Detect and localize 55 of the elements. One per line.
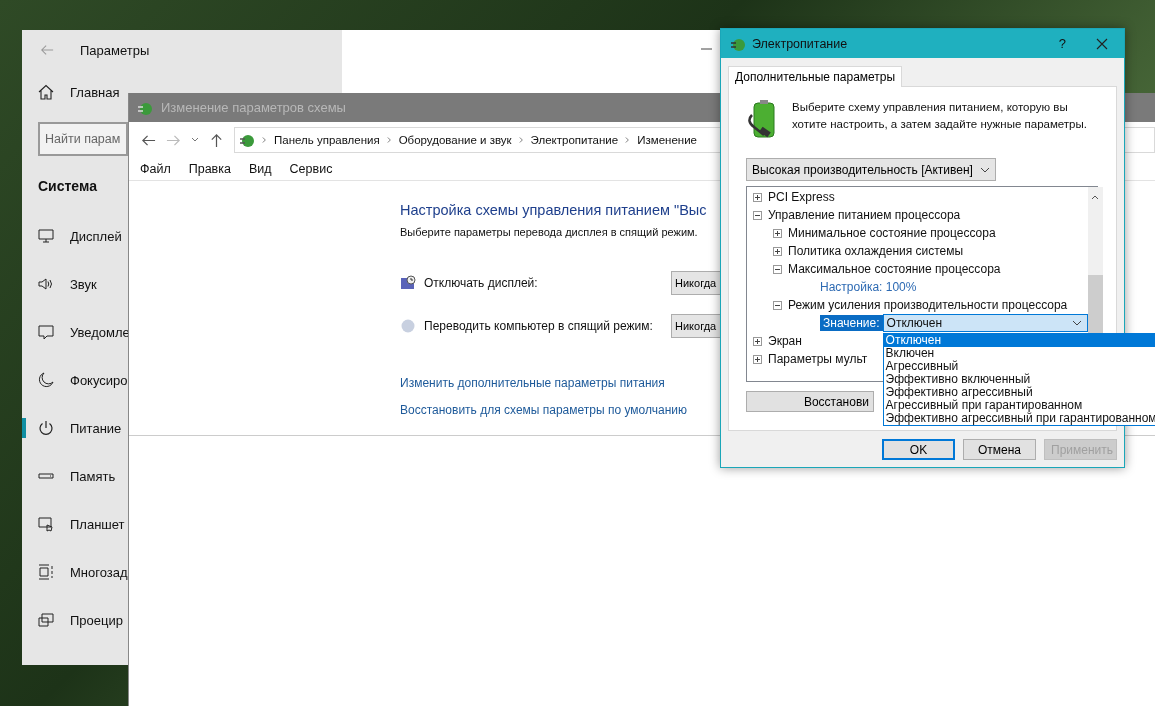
restore-button[interactable]: Восстанови <box>746 391 874 412</box>
window-title: Электропитание <box>752 36 849 51</box>
sidebar-item[interactable]: Дисплей <box>70 228 122 244</box>
breadcrumb[interactable]: Электропитание <box>530 134 619 146</box>
dropdown-option[interactable]: Эффективно включенный <box>883 373 1155 386</box>
dialog-button[interactable]: Отмена <box>963 439 1036 460</box>
tree-item[interactable]: Параметры мульт <box>768 352 868 366</box>
dropdown-option[interactable]: Агрессивный <box>883 360 1155 373</box>
dropdown-option[interactable]: Эффективно агрессивный <box>883 386 1155 399</box>
advanced-settings-link[interactable]: Изменить дополнительные параметры питания <box>400 376 665 390</box>
tree-item[interactable]: Управление питанием процессора <box>768 208 961 222</box>
dialog-button[interactable]: OK <box>882 439 955 460</box>
breadcrumb[interactable]: Изменение <box>637 134 697 146</box>
dropdown-option[interactable]: Включен <box>883 347 1155 360</box>
restore-defaults-link[interactable]: Восстановить для схемы параметры по умолчанию <box>400 403 687 417</box>
breadcrumb[interactable]: Оборудование и звук <box>398 134 512 146</box>
window-title: Параметры <box>80 42 150 58</box>
setting-label: Отключать дисплей: <box>424 276 539 290</box>
search-field[interactable]: Найти парам <box>38 122 128 156</box>
time-dropdown[interactable]: Никогда <box>671 271 720 295</box>
value-dropdown[interactable]: Отключен <box>882 314 1088 332</box>
sidebar-item[interactable]: Фокусиро <box>70 372 128 388</box>
tab[interactable]: Дополнительные параметры <box>728 66 903 87</box>
breadcrumb[interactable]: Панель управления <box>274 134 380 146</box>
dropdown-option[interactable]: Эффективно агрессивный при гарантированном <box>883 412 1155 425</box>
power-plan-dropdown[interactable]: Высокая производительность [Активен] <box>746 158 996 181</box>
page-heading: Настройка схемы управления питанием "Выс <box>400 202 707 218</box>
setting-value[interactable]: Настройка: 100% <box>793 280 917 294</box>
tree-item[interactable]: Режим усиления производительности процессора <box>788 298 1068 312</box>
sidebar-item[interactable]: Память <box>70 468 116 484</box>
sidebar-item[interactable]: Проецир <box>70 612 123 628</box>
menu-item[interactable]: Правка <box>188 162 231 176</box>
tree-item[interactable]: Максимальное состояние процессора <box>788 262 1001 276</box>
sidebar-item[interactable]: Звук <box>70 276 97 292</box>
help-button[interactable]: ? <box>1058 36 1066 51</box>
instruction-text: Выберите параметры перевода дисплея в спящий режим. <box>400 226 698 238</box>
sidebar-item[interactable]: Уведомле <box>70 324 130 340</box>
setting-label: Переводить компьютер в спящий режим: <box>424 319 654 333</box>
dropdown-option[interactable]: Агрессивный при гарантированном <box>883 399 1155 412</box>
section-heading: Система <box>38 178 97 194</box>
tree-item[interactable]: Политика охлаждения системы <box>788 244 964 258</box>
home-link[interactable]: Главная <box>70 84 120 100</box>
menu-item[interactable]: Сервис <box>289 162 333 176</box>
window-title: Изменение параметров схемы <box>161 100 346 115</box>
sidebar-item[interactable]: Питание <box>70 420 122 436</box>
tree-item[interactable]: Минимальное состояние процессора <box>788 226 996 240</box>
tree-item[interactable]: PCI Express <box>768 190 835 204</box>
menu-item[interactable]: Вид <box>248 162 272 176</box>
dropdown-option[interactable]: Отключен <box>883 334 1155 347</box>
time-dropdown[interactable]: Никогда <box>671 314 720 338</box>
menu-item[interactable]: Файл <box>140 162 171 176</box>
sidebar-item[interactable]: Многозад <box>70 564 128 580</box>
value-label: Значение: <box>820 315 883 331</box>
sidebar-item[interactable]: Планшет <box>70 516 125 532</box>
tree-item[interactable]: Экран <box>768 334 802 348</box>
